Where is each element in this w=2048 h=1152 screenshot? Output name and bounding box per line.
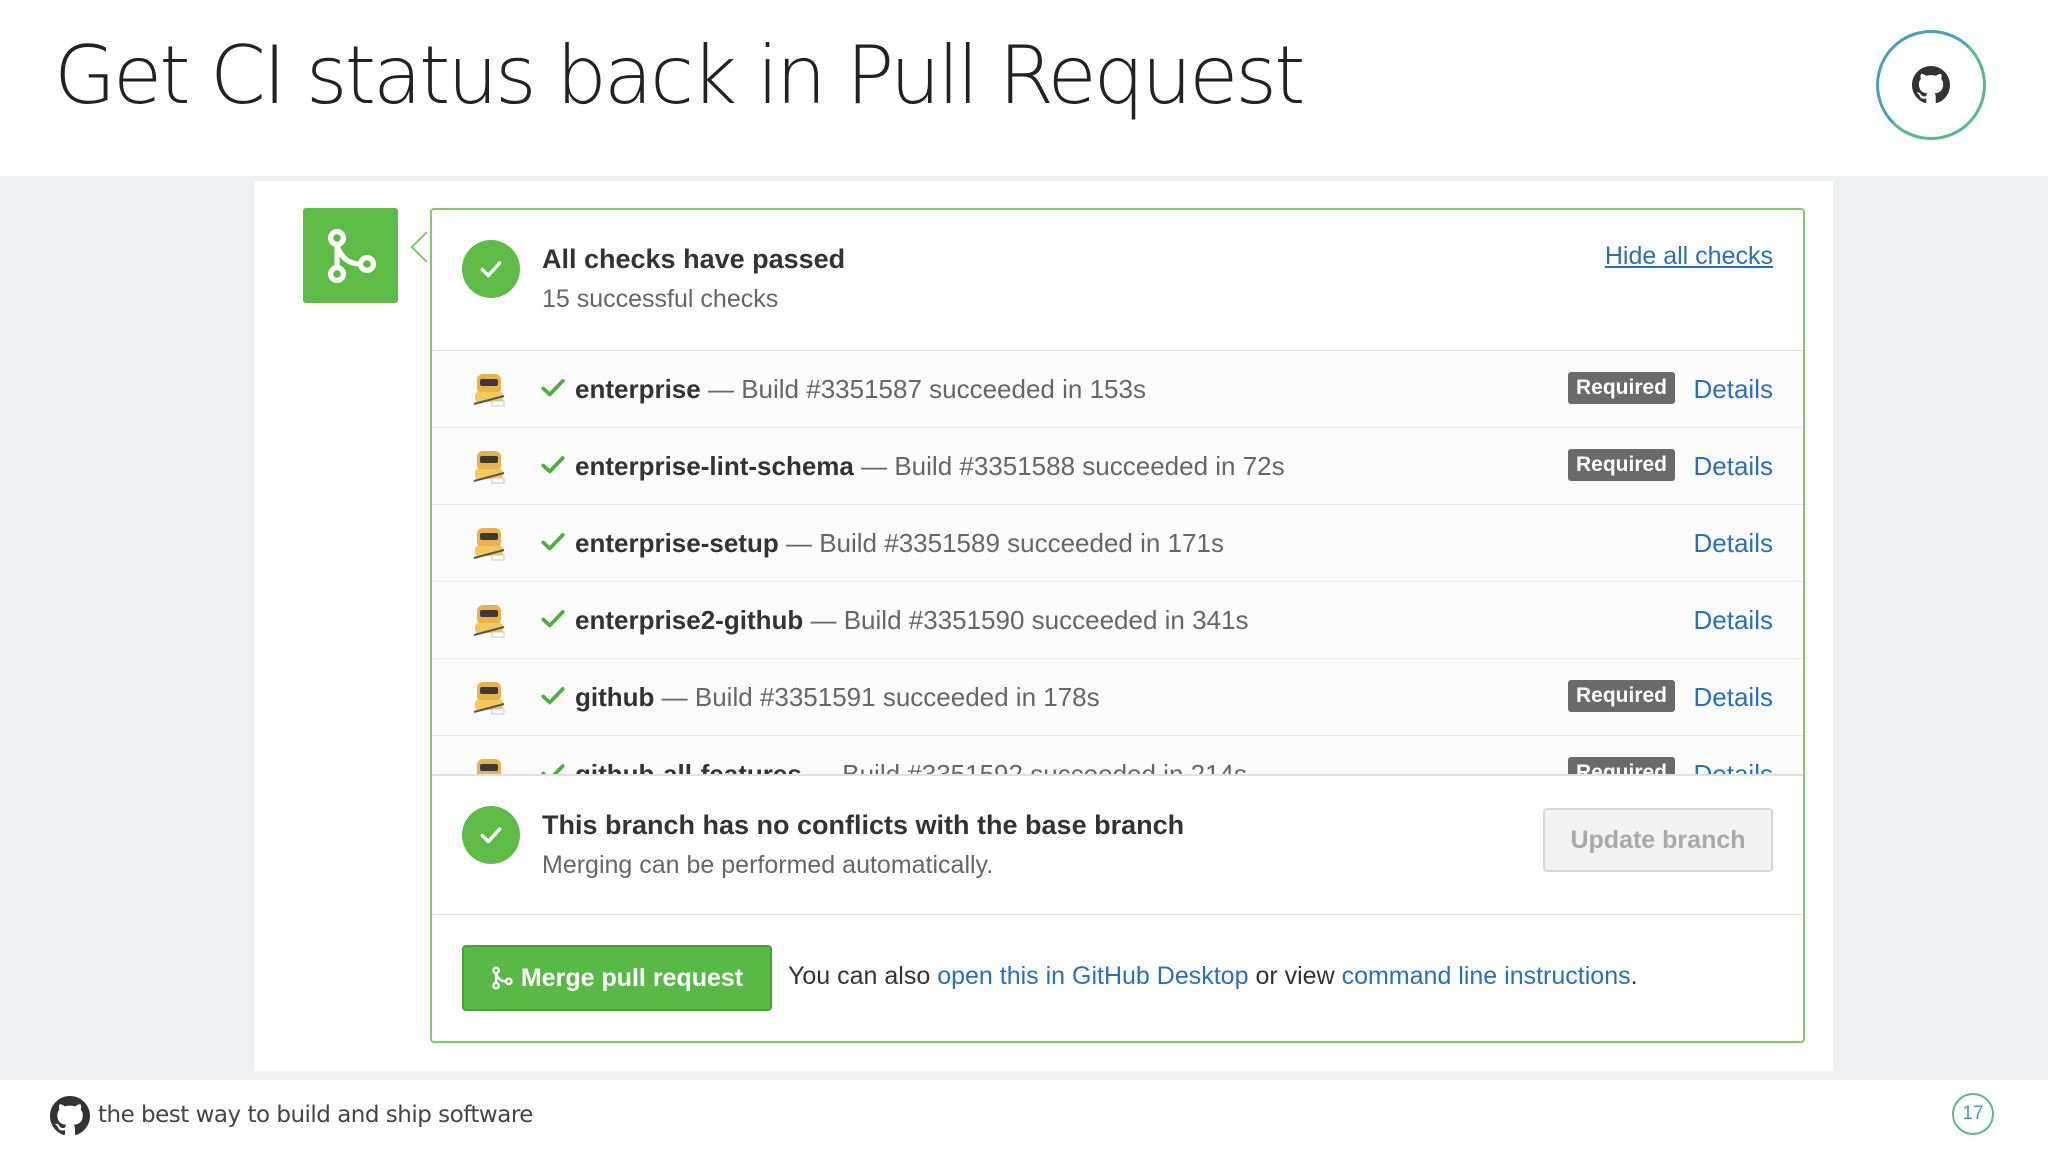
check-text: enterprise2-github — Build #3351590 succ… xyxy=(575,604,1248,636)
check-icon xyxy=(480,261,502,278)
ci-bot-avatar-icon xyxy=(473,682,505,715)
check-description: — Build #3351591 succeeded in 178s xyxy=(661,682,1100,712)
check-row: enterprise-setup — Build #3351589 succee… xyxy=(432,505,1803,582)
check-text: enterprise-lint-schema — Build #3351588 … xyxy=(575,450,1285,482)
check-row: github-all-features — Build #3351592 suc… xyxy=(432,736,1803,775)
checks-passed-icon xyxy=(462,240,520,298)
ci-bot-avatar-icon xyxy=(473,528,505,561)
command-line-link[interactable]: command line instructions xyxy=(1342,962,1631,990)
required-badge: Required xyxy=(1567,757,1675,775)
footer-tagline: the best way to build and ship software xyxy=(98,1102,533,1128)
check-text: github-all-features — Build #3351592 suc… xyxy=(575,758,1247,775)
details-link[interactable]: Details xyxy=(1694,527,1773,559)
no-conflicts-icon xyxy=(462,806,520,864)
details-link[interactable]: Details xyxy=(1694,758,1773,775)
merge-alternatives-text: You can also open this in GitHub Desktop… xyxy=(788,962,1638,991)
check-name: github-all-features xyxy=(575,759,802,775)
check-text: enterprise-setup — Build #3351589 succee… xyxy=(575,527,1224,559)
details-link[interactable]: Details xyxy=(1694,604,1773,636)
conflicts-title: This branch has no conflicts with the ba… xyxy=(542,810,1185,840)
conflicts-section: This branch has no conflicts with the ba… xyxy=(432,774,1803,915)
details-link[interactable]: Details xyxy=(1694,681,1773,713)
conflicts-subtitle: Merging can be performed automatically. xyxy=(542,851,994,879)
success-check-icon xyxy=(541,456,565,474)
check-description: — Build #3351588 succeeded in 72s xyxy=(861,451,1285,481)
also-middle: or view xyxy=(1255,962,1335,990)
checks-list[interactable]: enterprise — Build #3351587 succeeded in… xyxy=(432,350,1803,775)
hide-all-checks-link[interactable]: Hide all checks xyxy=(1605,242,1773,271)
check-description: — Build #3351587 succeeded in 153s xyxy=(707,374,1146,404)
check-name: github xyxy=(575,682,655,712)
update-branch-button[interactable]: Update branch xyxy=(1543,808,1773,872)
slide-title: Get CI status back in Pull Request xyxy=(54,29,1305,122)
open-desktop-link[interactable]: open this in GitHub Desktop xyxy=(937,962,1248,990)
check-name: enterprise-setup xyxy=(575,528,779,558)
required-badge: Required xyxy=(1567,449,1675,481)
slide-footer: the best way to build and ship software … xyxy=(0,1080,2048,1152)
slide-header: Get CI status back in Pull Request xyxy=(0,0,2048,174)
check-icon xyxy=(480,827,502,844)
check-row: github — Build #3351591 succeeded in 178… xyxy=(432,659,1803,736)
check-row: enterprise — Build #3351587 succeeded in… xyxy=(432,351,1803,428)
details-link[interactable]: Details xyxy=(1694,373,1773,405)
git-merge-icon xyxy=(327,228,376,283)
ci-bot-avatar-icon xyxy=(477,759,501,775)
details-link[interactable]: Details xyxy=(1694,450,1773,482)
check-text: enterprise — Build #3351587 succeeded in… xyxy=(575,373,1146,405)
check-name: enterprise xyxy=(575,374,701,404)
check-text: github — Build #3351591 succeeded in 178… xyxy=(575,681,1100,713)
github-octocat-icon xyxy=(1912,66,1950,104)
merge-button-label: Merge pull request xyxy=(520,963,744,992)
page-number: 17 xyxy=(1952,1093,1994,1135)
required-badge: Required xyxy=(1567,372,1675,404)
merge-panel: All checks have passed 15 successful che… xyxy=(430,208,1805,1043)
success-check-icon xyxy=(541,764,565,775)
success-check-icon xyxy=(541,379,565,397)
success-check-icon xyxy=(541,687,565,705)
success-check-icon xyxy=(541,533,565,551)
success-check-icon xyxy=(541,610,565,628)
required-badge: Required xyxy=(1567,680,1675,712)
ci-bot-avatar-icon xyxy=(473,451,505,484)
checks-summary-title: All checks have passed xyxy=(542,244,846,274)
checks-summary-subtitle: 15 successful checks xyxy=(542,285,779,313)
check-description: — Build #3351592 succeeded in 214s xyxy=(809,759,1248,775)
check-name: enterprise-lint-schema xyxy=(575,451,854,481)
merge-pull-request-button[interactable]: Merge pull request xyxy=(462,945,772,1011)
also-suffix: . xyxy=(1630,962,1638,990)
git-merge-icon xyxy=(492,966,513,990)
github-logo-badge xyxy=(1876,30,1986,140)
ci-bot-avatar-icon xyxy=(473,374,505,407)
also-prefix: You can also xyxy=(788,962,931,990)
check-row: enterprise2-github — Build #3351590 succ… xyxy=(432,582,1803,659)
merge-status-badge xyxy=(303,208,398,303)
check-name: enterprise2-github xyxy=(575,605,804,635)
check-description: — Build #3351589 succeeded in 171s xyxy=(785,528,1224,558)
check-description: — Build #3351590 succeeded in 341s xyxy=(810,605,1249,635)
github-octocat-icon xyxy=(50,1096,90,1136)
check-row: enterprise-lint-schema — Build #3351588 … xyxy=(432,428,1803,505)
merge-footer: Merge pull request You can also open thi… xyxy=(432,912,1803,1043)
ci-bot-avatar-icon xyxy=(473,605,505,638)
